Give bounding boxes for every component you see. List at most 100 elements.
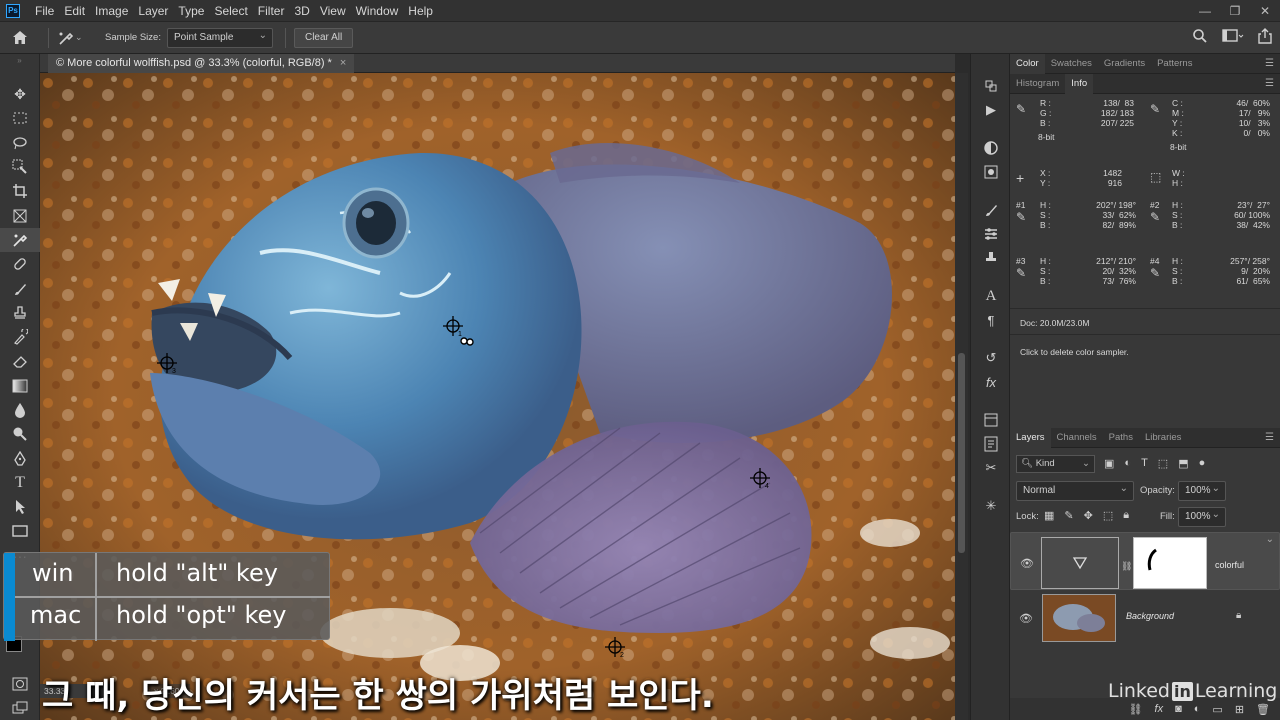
navigator-panel-icon[interactable]: ✳ xyxy=(971,494,1011,518)
new-layer-icon[interactable]: ⊞ xyxy=(1235,703,1244,716)
shape-filter-icon[interactable]: ⬚ xyxy=(1158,457,1168,470)
menu-filter[interactable]: Filter xyxy=(253,0,290,22)
menu-file[interactable]: File xyxy=(30,0,59,22)
dodge-tool-icon[interactable] xyxy=(0,422,40,446)
layer-row-colorful[interactable]: 👁︎ ⛓ colorful xyxy=(1010,531,1280,590)
add-mask-icon[interactable]: ◙ xyxy=(1175,703,1182,715)
tab-libraries[interactable]: Libraries xyxy=(1139,428,1187,448)
layer-name[interactable]: Background xyxy=(1126,611,1174,621)
3d-panel-icon[interactable]: ↺ xyxy=(971,346,1011,370)
close-tab-icon[interactable]: × xyxy=(340,57,346,69)
menu-help[interactable]: Help xyxy=(403,0,438,22)
tab-info[interactable]: Info xyxy=(1065,73,1094,94)
history-panel-icon[interactable] xyxy=(971,74,1011,98)
notes-panel-icon[interactable] xyxy=(971,432,1011,456)
delete-layer-icon[interactable]: 🗑︎ xyxy=(1256,703,1270,716)
menu-select[interactable]: Select xyxy=(209,0,252,22)
type-tool-icon[interactable]: T xyxy=(0,471,40,495)
eyedropper-icon[interactable]: ✎ xyxy=(1150,210,1160,224)
chain-link-icon[interactable]: ⛓ xyxy=(1121,557,1132,575)
panel-menu-icon[interactable]: ☰ xyxy=(1265,58,1274,69)
filter-kind-select[interactable]: 🔍︎ Kind ⌄ xyxy=(1016,455,1095,473)
close-icon[interactable]: ✕ xyxy=(1250,4,1280,18)
blend-mode-select[interactable]: Normal xyxy=(1016,480,1134,501)
tool-presets-icon[interactable]: ✂ xyxy=(971,456,1011,480)
filter-toggle-icon[interactable]: ● xyxy=(1199,457,1206,470)
brush-tool-icon[interactable] xyxy=(0,276,40,300)
eyedropper-icon[interactable]: ✎ xyxy=(1016,210,1026,224)
color-sampler-tool-icon[interactable] xyxy=(0,227,40,253)
pixel-filter-icon[interactable]: ▣ xyxy=(1104,457,1114,470)
properties-panel-icon[interactable] xyxy=(971,160,1011,184)
paragraph-panel-icon[interactable]: ¶ xyxy=(971,308,1011,332)
tab-layers[interactable]: Layers xyxy=(1010,427,1051,448)
eyedropper-icon[interactable]: ✎ xyxy=(1150,266,1160,280)
link-layers-icon[interactable]: ⛓ xyxy=(1129,703,1143,716)
smart-object-filter-icon[interactable]: ⬒ xyxy=(1178,457,1188,470)
screen-mode-icon[interactable] xyxy=(0,696,40,720)
lasso-tool-icon[interactable] xyxy=(0,131,40,155)
adjustment-filter-icon[interactable]: ◐ xyxy=(1124,457,1131,470)
eraser-tool-icon[interactable] xyxy=(0,349,40,373)
character-panel-icon[interactable]: A xyxy=(971,284,1011,308)
toolbar-collapse-icon[interactable]: » xyxy=(0,54,39,82)
tab-channels[interactable]: Channels xyxy=(1051,428,1103,448)
scrollbar-thumb[interactable] xyxy=(958,353,965,553)
canvas-vertical-scrollbar[interactable] xyxy=(955,73,968,720)
timeline-fx-icon[interactable]: fx xyxy=(971,370,1011,394)
lock-pixels-icon[interactable]: ✎ xyxy=(1064,509,1073,522)
lock-position-icon[interactable]: ✥ xyxy=(1084,509,1093,522)
color-sampler-tool-preset-icon[interactable]: ⌄ xyxy=(57,30,91,46)
actions-panel-icon[interactable]: ▶ xyxy=(971,98,1011,122)
document-tab[interactable]: © More colorful wolffish.psd @ 33.3% (co… xyxy=(48,54,355,73)
menu-3d[interactable]: 3D xyxy=(289,0,314,22)
history-brush-tool-icon[interactable] xyxy=(0,325,40,349)
layer-row-background[interactable]: 👁︎ Background 🔒︎ xyxy=(1010,590,1280,646)
layer-name[interactable]: colorful xyxy=(1215,556,1244,574)
move-tool-icon[interactable]: ✥ xyxy=(0,82,40,106)
new-adjustment-icon[interactable]: ◐ xyxy=(1194,703,1201,715)
tab-color[interactable]: Color xyxy=(1010,53,1045,74)
opacity-input[interactable]: 100% xyxy=(1178,480,1226,501)
tab-swatches[interactable]: Swatches xyxy=(1045,54,1098,74)
quick-mask-icon[interactable] xyxy=(0,672,40,696)
fill-input[interactable]: 100% xyxy=(1178,506,1226,527)
menu-window[interactable]: Window xyxy=(351,0,404,22)
eyedropper-icon[interactable]: ✎ xyxy=(1016,102,1026,116)
lock-all-icon[interactable]: 🔒︎ xyxy=(1123,509,1129,522)
gradient-tool-icon[interactable] xyxy=(0,374,40,398)
share-icon[interactable] xyxy=(1258,28,1272,47)
tab-gradients[interactable]: Gradients xyxy=(1098,54,1151,74)
search-icon[interactable] xyxy=(1192,28,1208,47)
rectangle-tool-icon[interactable] xyxy=(0,519,40,543)
workspace-icon[interactable] xyxy=(1222,28,1244,47)
path-selection-tool-icon[interactable] xyxy=(0,495,40,519)
menu-type[interactable]: Type xyxy=(173,0,209,22)
minimize-icon[interactable]: — xyxy=(1190,4,1220,18)
panel-menu-icon[interactable]: ☰ xyxy=(1265,78,1274,89)
healing-brush-tool-icon[interactable] xyxy=(0,252,40,276)
clear-all-button[interactable]: Clear All xyxy=(293,27,354,48)
eyedropper-icon[interactable]: ✎ xyxy=(1016,266,1026,280)
visibility-eye-icon[interactable]: 👁︎ xyxy=(1019,612,1033,625)
sample-size-select[interactable]: Point Sample xyxy=(166,27,273,48)
lock-transparency-icon[interactable]: ▦ xyxy=(1044,509,1054,522)
libraries-panel-icon[interactable] xyxy=(971,408,1011,432)
object-selection-tool-icon[interactable] xyxy=(0,155,40,179)
home-icon[interactable] xyxy=(0,30,40,45)
type-filter-icon[interactable]: T xyxy=(1141,457,1148,470)
layer-mask-thumbnail[interactable] xyxy=(1133,537,1207,589)
tab-patterns[interactable]: Patterns xyxy=(1151,54,1198,74)
eyedropper-icon[interactable]: ✎ xyxy=(1150,102,1160,116)
crop-tool-icon[interactable] xyxy=(0,179,40,203)
brush-settings-icon[interactable] xyxy=(971,222,1011,246)
menu-layer[interactable]: Layer xyxy=(133,0,173,22)
blur-tool-icon[interactable] xyxy=(0,398,40,422)
menu-image[interactable]: Image xyxy=(90,0,133,22)
menu-edit[interactable]: Edit xyxy=(59,0,90,22)
clone-source-icon[interactable] xyxy=(971,246,1011,270)
brushes-panel-icon[interactable] xyxy=(971,198,1011,222)
frame-tool-icon[interactable] xyxy=(0,203,40,227)
marquee-tool-icon[interactable] xyxy=(0,106,40,130)
tab-histogram[interactable]: Histogram xyxy=(1010,74,1065,94)
